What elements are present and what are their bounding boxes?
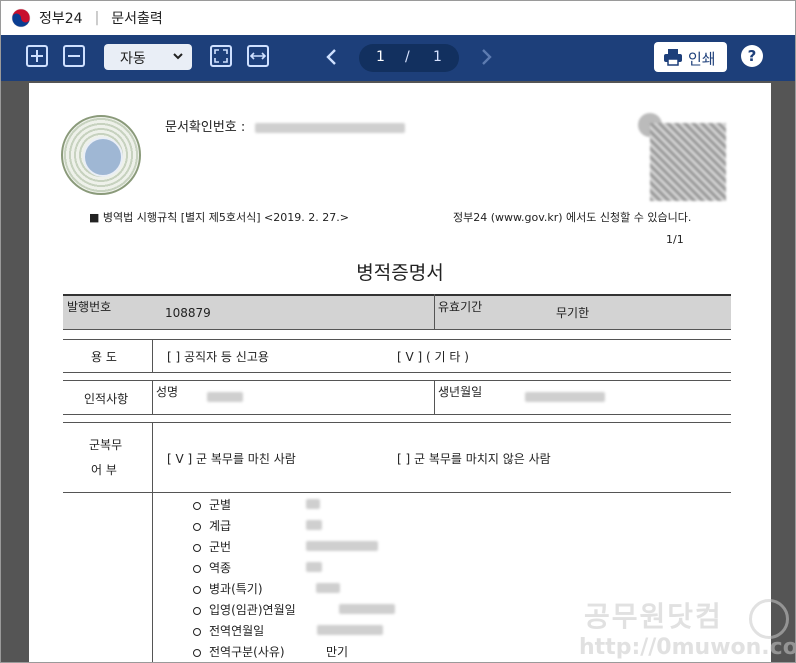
zoom-in-button[interactable] [26,45,48,67]
table-divider [152,339,153,372]
fit-page-button[interactable] [210,45,232,67]
doc-number-label: 문서확인번호 : [165,120,246,135]
watermark-title: 공무원닷컴 [584,600,723,633]
fit-page-icon [214,49,228,63]
table-rule [63,414,731,415]
table-rule [63,380,731,381]
title-separator: | [94,10,100,26]
page-indicator: 1 / 1 [359,44,459,72]
detail-item: 역종 [193,559,322,576]
issue-notice: 정부24 (www.gov.kr) 에서도 신청할 수 있습니다. [453,211,692,224]
watermark-icon [749,599,789,639]
validity-label: 유효기간 [438,300,483,314]
validity-value: 무기한 [556,306,590,320]
table-divider [152,422,153,662]
printer-icon [664,49,682,66]
detail-item: 군별 [193,496,320,513]
watermark-url: http://0muwon.com [579,635,795,660]
total-pages: 1 [433,49,442,65]
window-title: 문서출력 [111,11,163,27]
service-label-line1: 군복무 [89,438,123,452]
official-seal [61,115,141,195]
law-reference: ■ 병역법 시행규칙 [별지 제5호서식] <2019. 2. 27.> [89,211,349,224]
issue-no-value: 108879 [165,306,211,320]
purpose-option-2: [ V ] ( 기 타 ) [397,350,469,364]
service-option-completed: [ V ] 군 복무를 마친 사람 [167,452,296,466]
detail-item: 계급 [193,517,322,534]
table-divider [434,380,435,414]
page-separator: / [405,49,410,65]
current-page[interactable]: 1 [376,49,385,65]
fit-width-button[interactable] [247,45,269,67]
table-divider [152,380,153,414]
zoom-out-button[interactable] [63,45,85,67]
doc-number-row: 문서확인번호 : [165,116,406,135]
detail-item: 입영(임관)연월일 [193,601,395,618]
detail-item: 전역연월일 [193,622,383,639]
document-page: 문서확인번호 : ■ 병역법 시행규칙 [별지 제5호서식] <2019. 2.… [29,83,771,662]
name-redacted [207,392,243,402]
next-page-icon[interactable] [479,47,493,67]
document-window: 정부24 | 문서출력 자동 1 / 1 인쇄 ? 문서확인번호: ■ 병역법… [0,0,796,663]
table-rule [63,339,731,340]
title-bar: 정부24 | 문서출력 [1,1,795,35]
fit-width-icon [249,52,267,60]
discharge-type-value: 만기 [326,645,349,659]
issue-row-bg [63,294,731,329]
name-label: 성명 [156,385,179,399]
viewer-toolbar: 자동 1 / 1 인쇄 ? [1,35,795,81]
service-label-line2: 어 부 [91,463,117,477]
person-label: 인적사항 [84,392,129,406]
table-rule [63,372,731,373]
plus-icon [31,50,43,62]
help-button[interactable]: ? [741,45,763,67]
zoom-select[interactable]: 자동 [104,44,192,70]
print-label: 인쇄 [688,50,716,68]
minus-icon [68,55,80,57]
birth-label: 생년월일 [438,385,483,399]
government-logo-icon [11,8,31,28]
detail-item: 군번 [193,538,378,555]
service-option-not-completed: [ ] 군 복무를 마치지 않은 사람 [397,452,551,466]
table-divider [434,294,435,329]
table-rule [63,492,731,493]
document-title: 병적증명서 [356,262,444,284]
table-rule [63,329,731,330]
page-number: 1/1 [666,233,684,246]
print-button[interactable]: 인쇄 [654,42,727,72]
previous-page-icon[interactable] [325,47,339,67]
chevron-down-icon [173,53,183,60]
table-top-border [63,294,731,296]
qr-code [650,123,726,201]
purpose-label: 용 도 [91,350,117,364]
purpose-option-1: [ ] 공직자 등 신고용 [167,350,269,364]
detail-item: 전역구분(사유) 만기 [193,643,348,660]
detail-item: 병과(특기) [193,580,340,597]
birth-redacted [525,392,605,402]
issue-no-label: 발행번호 [67,300,112,314]
table-rule [63,422,731,423]
zoom-value: 자동 [120,51,146,67]
doc-number-redacted [255,122,406,133]
app-name: 정부24 [39,11,83,27]
